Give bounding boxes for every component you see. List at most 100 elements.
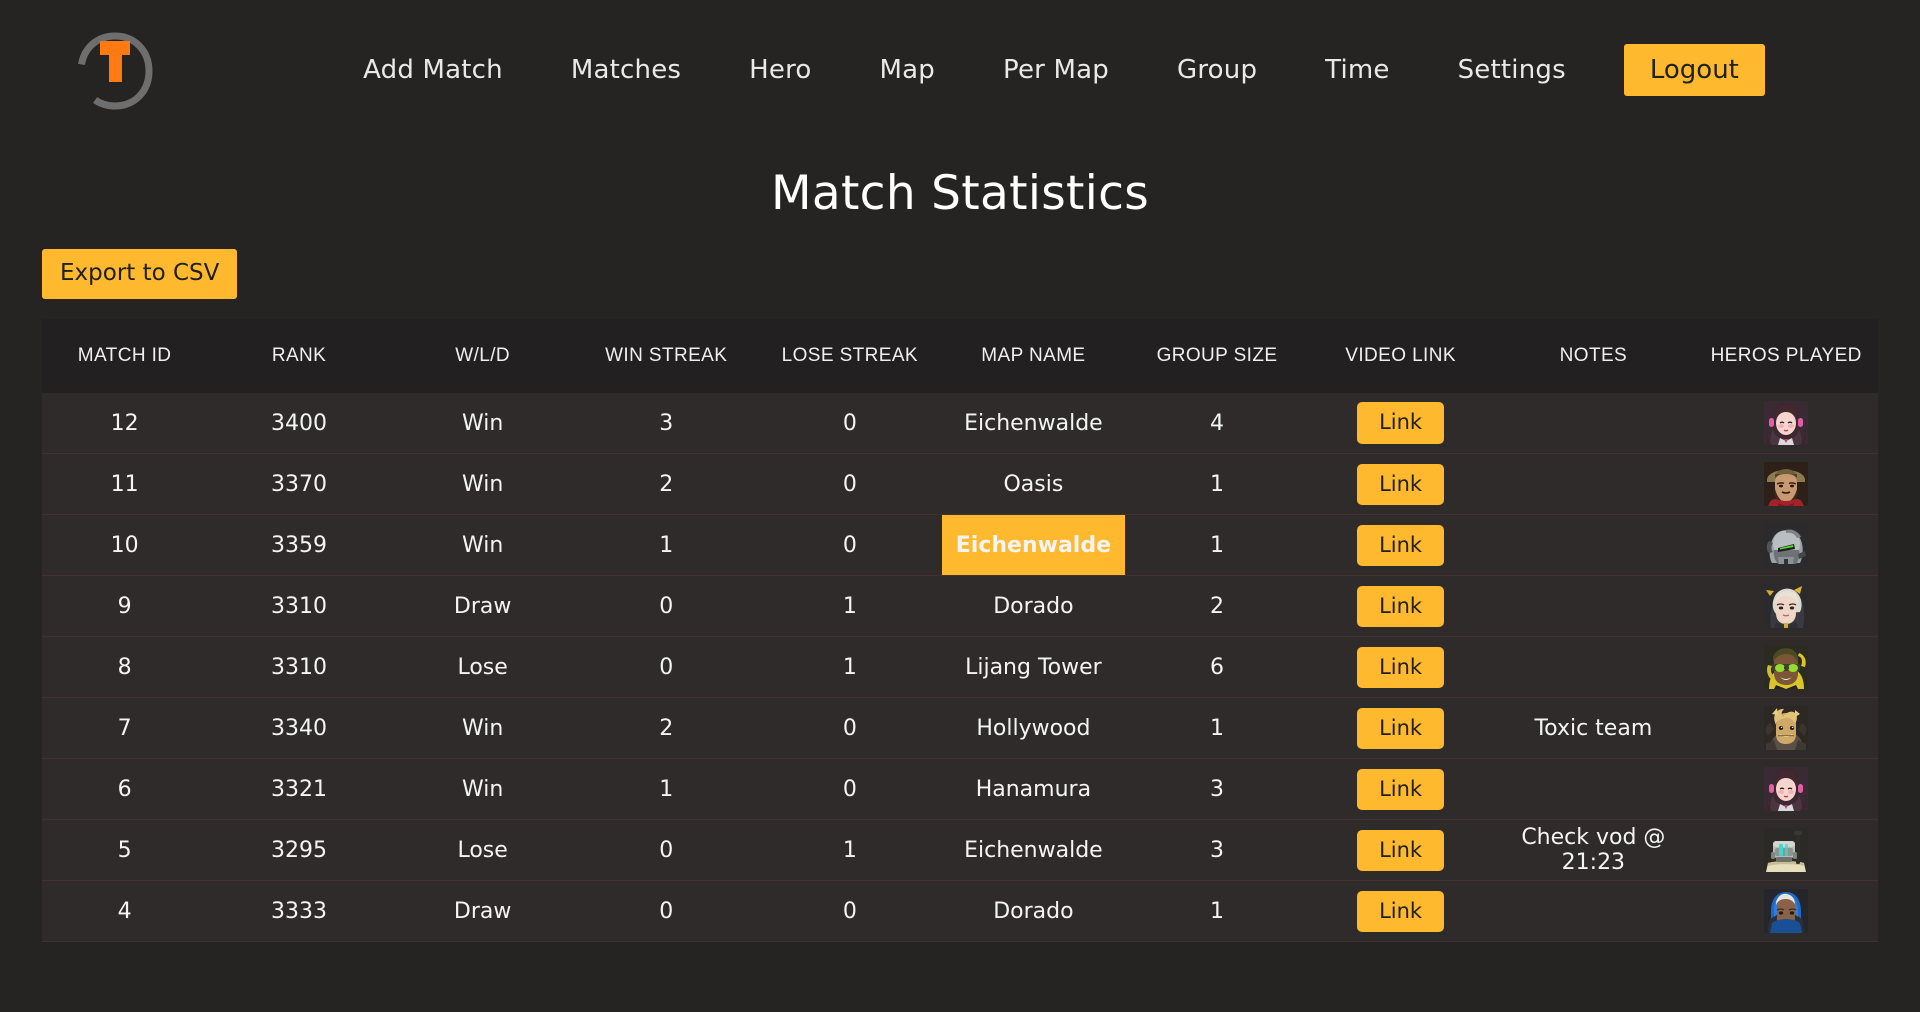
cell-lose-streak: 0 xyxy=(842,776,857,802)
cell-map-name: Lijang Tower xyxy=(965,654,1102,680)
toolbar: Export to CSV xyxy=(0,249,1920,299)
table-row[interactable]: 12 3400 Win 3 0 Eichenwalde 4 Link xyxy=(42,392,1878,454)
cell-video-link: Link xyxy=(1309,881,1493,942)
cell-map-name: Dorado xyxy=(993,898,1074,924)
column-header-win-streak[interactable]: WIN STREAK xyxy=(574,319,758,393)
table-header: MATCH ID RANK W/L/D WIN STREAK LOSE STRE… xyxy=(42,318,1878,393)
cell-rank: 3400 xyxy=(271,410,328,436)
cell-wld: Draw xyxy=(453,898,512,924)
cell-video-link: Link xyxy=(1309,576,1493,637)
cell-video-link: Link xyxy=(1309,820,1493,881)
video-link-button[interactable]: Link xyxy=(1357,524,1445,567)
cell-wld: Win xyxy=(461,532,504,558)
video-link-button[interactable]: Link xyxy=(1357,402,1445,444)
table-row[interactable]: 4 3333 Draw 0 0 Dorado 1 Link xyxy=(42,880,1878,942)
cell-rank: 3310 xyxy=(271,593,328,619)
hero-portrait-bastion-icon xyxy=(1764,828,1809,873)
cell-wld: Win xyxy=(461,471,504,497)
cell-group-size: 1 xyxy=(1210,471,1224,497)
cell-lose-streak: 1 xyxy=(842,593,857,619)
cell-heros-played xyxy=(1694,393,1878,454)
table-header-row: MATCH ID RANK W/L/D WIN STREAK LOSE STRE… xyxy=(42,318,1878,393)
cell-lose-streak: 0 xyxy=(842,715,857,741)
brand-logo[interactable] xyxy=(0,27,230,113)
logout-button[interactable]: Logout xyxy=(1623,43,1765,97)
nav-item-matches[interactable]: Matches xyxy=(537,47,715,93)
cell-win-streak: 0 xyxy=(659,654,674,680)
cell-notes xyxy=(1492,759,1694,820)
cell-match-id: 6 xyxy=(117,776,132,802)
cell-win-streak: 1 xyxy=(659,532,674,558)
cell-notes xyxy=(1492,637,1694,698)
page-title: Match Statistics xyxy=(771,166,1149,221)
export-to-csv-button[interactable]: Export to CSV xyxy=(42,249,238,299)
cell-group-size: 1 xyxy=(1210,898,1224,924)
nav-item-hero[interactable]: Hero xyxy=(715,47,845,93)
cell-notes xyxy=(1492,393,1694,454)
cell-group-size: 3 xyxy=(1210,776,1224,802)
cell-lose-streak: 0 xyxy=(842,532,857,558)
column-header-wld[interactable]: W/L/D xyxy=(391,319,575,393)
nav-item-time[interactable]: Time xyxy=(1291,47,1423,93)
cell-win-streak: 3 xyxy=(659,410,674,436)
cell-heros-played xyxy=(1694,454,1878,515)
nav-item-add-match[interactable]: Add Match xyxy=(329,47,537,93)
cell-video-link: Link xyxy=(1309,759,1493,820)
cell-win-streak: 1 xyxy=(659,776,674,802)
nav-item-map[interactable]: Map xyxy=(846,47,969,93)
nav-item-per-map[interactable]: Per Map xyxy=(969,47,1143,93)
nav-item-settings[interactable]: Settings xyxy=(1424,47,1600,93)
video-link-button[interactable]: Link xyxy=(1357,890,1445,933)
column-header-heros-played[interactable]: HEROS PLAYED xyxy=(1694,319,1878,393)
match-statistics-table: MATCH ID RANK W/L/D WIN STREAK LOSE STRE… xyxy=(42,318,1878,943)
table-row[interactable]: 8 3310 Lose 0 1 Lijang Tower 6 Link xyxy=(42,636,1878,698)
cell-map-name: Oasis xyxy=(1003,471,1064,497)
column-header-group-size[interactable]: GROUP SIZE xyxy=(1125,319,1309,393)
column-header-rank[interactable]: RANK xyxy=(207,319,391,393)
hero-portrait-junkrat-icon xyxy=(1764,706,1809,751)
cell-notes xyxy=(1492,576,1694,637)
cell-notes: Check vod @ 21:23 xyxy=(1521,825,1666,876)
cell-group-size: 2 xyxy=(1210,593,1224,619)
table-row[interactable]: 6 3321 Win 1 0 Hanamura 3 Link xyxy=(42,758,1878,820)
cell-win-streak: 0 xyxy=(659,837,674,863)
table-row[interactable]: 5 3295 Lose 0 1 Eichenwalde 3 Link Check vod @ 2… xyxy=(42,819,1878,881)
table-row[interactable]: 10 3359 Win 1 0 Eichenwalde 1 Link xyxy=(42,514,1878,576)
hero-portrait-genji-icon xyxy=(1764,523,1809,568)
video-link-button[interactable]: Link xyxy=(1357,768,1445,811)
match-statistics-table-wrapper: MATCH ID RANK W/L/D WIN STREAK LOSE STRE… xyxy=(42,318,1878,943)
video-link-button[interactable]: Link xyxy=(1357,829,1445,872)
column-header-map-name[interactable]: MAP NAME xyxy=(942,319,1126,393)
video-link-button[interactable]: Link xyxy=(1357,585,1445,628)
column-header-match-id[interactable]: MATCH ID xyxy=(42,319,207,393)
cell-wld: Win xyxy=(461,410,504,436)
video-link-button[interactable]: Link xyxy=(1357,646,1445,689)
cell-heros-played xyxy=(1694,515,1878,576)
cell-rank: 3295 xyxy=(271,837,328,863)
cell-wld: Win xyxy=(461,715,504,741)
cell-match-id: 10 xyxy=(110,532,139,558)
cell-match-id: 4 xyxy=(117,898,132,924)
cell-heros-played xyxy=(1694,881,1878,942)
cell-group-size: 1 xyxy=(1210,532,1224,558)
table-row[interactable]: 9 3310 Draw 0 1 Dorado 2 Link xyxy=(42,575,1878,637)
nav-links: Add Match Matches Hero Map Per Map Group… xyxy=(230,43,1864,97)
hero-portrait-mercy-icon xyxy=(1764,584,1809,629)
column-header-lose-streak[interactable]: LOSE STREAK xyxy=(758,319,942,393)
cell-lose-streak: 0 xyxy=(842,410,857,436)
cell-win-streak: 0 xyxy=(659,593,674,619)
cell-group-size: 6 xyxy=(1210,654,1224,680)
table-row[interactable]: 11 3370 Win 2 0 Oasis 1 Link xyxy=(42,453,1878,515)
cell-wld: Draw xyxy=(453,593,512,619)
column-header-video-link[interactable]: VIDEO LINK xyxy=(1309,319,1493,393)
cell-video-link: Link xyxy=(1309,454,1493,515)
nav-item-group[interactable]: Group xyxy=(1143,47,1291,93)
table-row[interactable]: 7 3340 Win 2 0 Hollywood 1 Link Toxic team xyxy=(42,697,1878,759)
cell-heros-played xyxy=(1694,698,1878,759)
video-link-button[interactable]: Link xyxy=(1357,707,1445,750)
column-header-notes[interactable]: NOTES xyxy=(1492,319,1694,393)
cell-match-id: 12 xyxy=(110,410,139,436)
cell-video-link: Link xyxy=(1309,698,1493,759)
video-link-button[interactable]: Link xyxy=(1357,463,1445,506)
cell-map-name: Hollywood xyxy=(976,715,1091,741)
